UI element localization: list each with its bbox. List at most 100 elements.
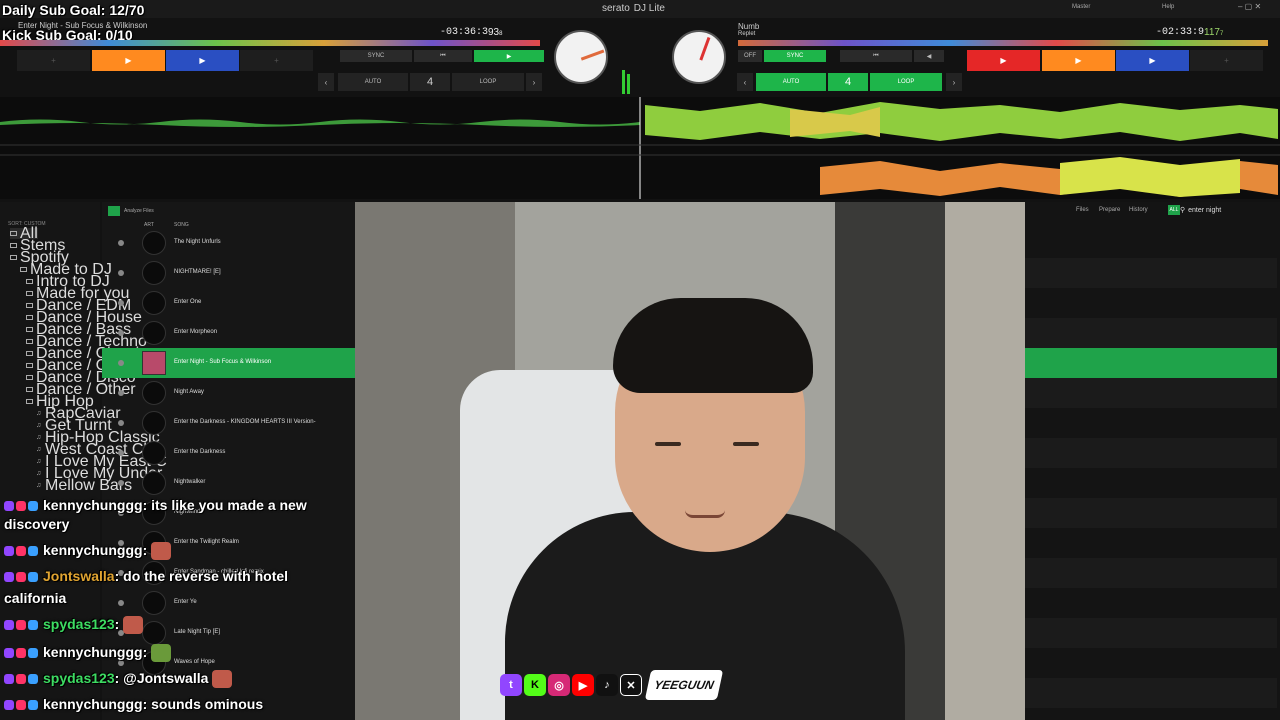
chat-username: Jontswalla xyxy=(43,568,115,584)
deck-left-cue-button[interactable]: ⏮ xyxy=(414,50,472,62)
library-row[interactable] xyxy=(1025,228,1277,258)
analyzed-dot-icon xyxy=(118,270,124,276)
deck-right-cue-button[interactable]: ⏮ xyxy=(840,50,912,62)
track-row[interactable]: The Night Unfurls xyxy=(102,228,355,258)
all-toggle[interactable]: ALL xyxy=(1168,205,1180,215)
analyzed-dot-icon xyxy=(118,390,124,396)
tab-history[interactable]: History xyxy=(1129,207,1148,213)
track-row[interactable]: NIGHTMARE! [E] xyxy=(102,258,355,288)
library-row[interactable] xyxy=(1025,588,1277,618)
chat-badge-icon xyxy=(28,674,38,685)
cue-pad-right-2[interactable]: ▶ xyxy=(1042,50,1115,71)
playlist-icon: ♫ xyxy=(36,422,42,429)
library-row[interactable] xyxy=(1025,528,1277,558)
library-row[interactable] xyxy=(1025,678,1277,708)
track-title: Enter Ye xyxy=(174,599,197,605)
deck-right-overview[interactable] xyxy=(738,40,1268,46)
deck-left-loop-prev[interactable]: ‹ xyxy=(318,73,334,91)
cue-pad-left-1[interactable]: + xyxy=(17,50,90,71)
twitch-icon: t xyxy=(500,674,522,696)
library-row[interactable] xyxy=(1025,378,1277,408)
deck-left-loop-next[interactable]: › xyxy=(526,73,542,91)
deck-right-platter[interactable] xyxy=(672,30,726,84)
library-row[interactable] xyxy=(1025,348,1277,378)
deck-left-platter[interactable] xyxy=(554,30,608,84)
chat-badge-icon xyxy=(16,700,26,711)
deck-left-overview[interactable] xyxy=(0,40,540,46)
chat-badge-icon xyxy=(28,572,38,583)
search-input[interactable]: ⚲ enter night xyxy=(1180,204,1270,216)
track-row[interactable]: Enter Ye xyxy=(102,588,355,618)
library-row[interactable] xyxy=(1025,258,1277,288)
library-row[interactable] xyxy=(1025,498,1277,528)
track-row[interactable]: Enter One xyxy=(102,288,355,318)
cue-pad-left-2[interactable]: ▶ xyxy=(92,50,165,71)
album-art xyxy=(142,621,166,645)
cue-pad-right-4[interactable]: + xyxy=(1190,50,1263,71)
chat-badge-icon xyxy=(4,501,14,512)
chat-badge-icon xyxy=(28,620,38,631)
cue-pad-left-3[interactable]: ▶ xyxy=(166,50,239,71)
deck-right-sync-button[interactable]: SYNC xyxy=(764,50,826,62)
track-title: Enter Night - Sub Focus & Wilkinson xyxy=(174,359,272,365)
chat-badge-icon xyxy=(16,620,26,631)
eye-right xyxy=(733,442,759,446)
tab-files[interactable]: Files xyxy=(1076,207,1089,213)
library-row[interactable] xyxy=(1025,468,1277,498)
library-row[interactable] xyxy=(1025,438,1277,468)
playlist-icon: ♫ xyxy=(36,410,42,417)
album-art xyxy=(142,351,166,375)
folder-icon xyxy=(26,399,33,404)
deck-right-loop-next[interactable]: › xyxy=(946,73,962,91)
library-row[interactable] xyxy=(1025,618,1277,648)
track-row[interactable]: Enter the Darkness xyxy=(102,438,355,468)
library-row[interactable] xyxy=(1025,648,1277,678)
deck-left-sync-button[interactable]: SYNC xyxy=(340,50,412,62)
chat-text: : xyxy=(142,644,148,660)
deck-left-play-button[interactable]: ▶ xyxy=(474,50,544,62)
track-row[interactable]: Nightwalker xyxy=(102,468,355,498)
cue-pad-right-3[interactable]: ▶ xyxy=(1116,50,1189,71)
window-controls[interactable]: – ▢ ✕ xyxy=(1238,2,1261,11)
folder-icon xyxy=(10,243,17,248)
track-row[interactable]: Enter Morpheon xyxy=(102,318,355,348)
chat-emote xyxy=(151,644,172,663)
track-row[interactable]: Enter Night - Sub Focus & Wilkinson xyxy=(102,348,355,378)
library-row[interactable] xyxy=(1025,288,1277,318)
library-row[interactable] xyxy=(1025,318,1277,348)
tab-prepare[interactable]: Prepare xyxy=(1099,207,1120,213)
deck-right-auto-loop[interactable]: AUTO xyxy=(756,73,826,91)
deck-left-auto-loop[interactable]: AUTO xyxy=(338,73,408,91)
help-menu[interactable]: Help xyxy=(1162,4,1174,10)
cue-pad-right-1[interactable]: ▶ xyxy=(967,50,1040,71)
deck-right-play-button[interactable]: ◀ xyxy=(914,50,944,62)
cue-pad-left-4[interactable]: + xyxy=(240,50,313,71)
deck-right-loop-button[interactable]: LOOP xyxy=(870,73,942,91)
library-row[interactable] xyxy=(1025,558,1277,588)
track-title: Night Away xyxy=(174,389,204,395)
chat-text: : its like you made a new xyxy=(142,497,307,513)
library-row[interactable] xyxy=(1025,408,1277,438)
waveform-display[interactable] xyxy=(0,97,1280,199)
analyze-files-button[interactable]: Analyze Files xyxy=(124,208,154,214)
x-icon: ✕ xyxy=(620,674,642,696)
chat-badge-icon xyxy=(4,546,14,557)
deck-left-loop-button[interactable]: LOOP xyxy=(452,73,524,91)
search-icon: ⚲ xyxy=(1180,207,1186,214)
list-view-icon[interactable] xyxy=(108,206,120,216)
album-art xyxy=(142,471,166,495)
deck-right-loop-prev[interactable]: ‹ xyxy=(737,73,753,91)
track-title: Nightwalker xyxy=(174,479,206,485)
album-art xyxy=(142,591,166,615)
track-row[interactable]: Enter the Darkness - KINGDOM HEARTS III … xyxy=(102,408,355,438)
deck-right-loop-size[interactable]: 4 xyxy=(828,73,868,91)
track-row[interactable]: Night Away xyxy=(102,378,355,408)
youtube-icon: ▶ xyxy=(572,674,594,696)
waveform-svg xyxy=(0,97,1280,199)
chat-message: spydas123: @Jontswalla xyxy=(4,670,233,689)
level-meter-left xyxy=(622,70,625,94)
deck-left-loop-size[interactable]: 4 xyxy=(410,73,450,91)
library-row[interactable] xyxy=(1025,708,1277,720)
deck-right-off-button[interactable]: OFF xyxy=(738,50,762,62)
deck-right-artist: Replet xyxy=(738,31,756,37)
